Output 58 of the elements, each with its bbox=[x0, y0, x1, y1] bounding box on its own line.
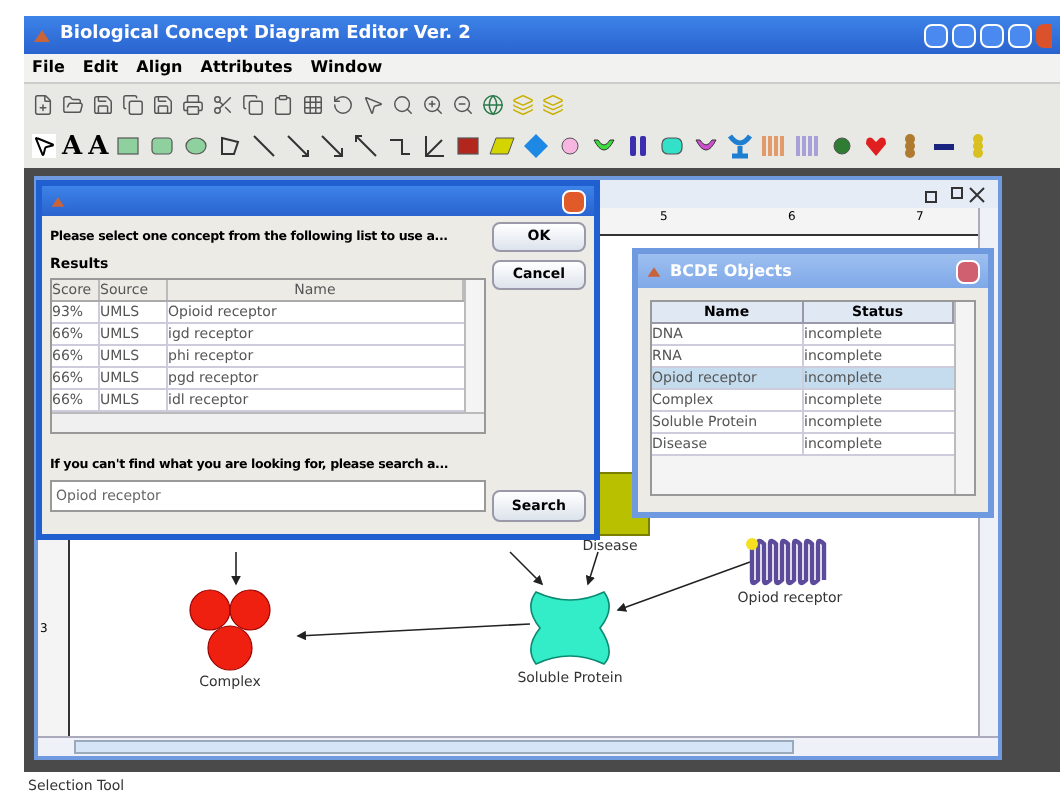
arrow bbox=[231, 551, 241, 586]
grid-icon[interactable] bbox=[302, 93, 324, 115]
close-button[interactable] bbox=[956, 259, 980, 283]
line-tool-icon[interactable] bbox=[250, 132, 279, 160]
printer-icon[interactable] bbox=[182, 93, 204, 115]
minimize-button[interactable] bbox=[924, 23, 948, 47]
menu-item[interactable]: Align bbox=[136, 56, 183, 80]
app-icon bbox=[32, 25, 52, 45]
new-file-icon[interactable] bbox=[32, 93, 54, 115]
globe-icon[interactable] bbox=[482, 93, 504, 115]
text-tool-button[interactable]: A bbox=[62, 133, 83, 159]
clipboard-icon[interactable] bbox=[272, 93, 294, 115]
arrow-tool-icon[interactable] bbox=[352, 132, 381, 160]
close-button[interactable] bbox=[562, 189, 586, 213]
protein-shape-icon[interactable] bbox=[658, 132, 687, 160]
zoom-out-icon[interactable] bbox=[452, 93, 474, 115]
save-icon[interactable] bbox=[152, 93, 174, 115]
text-tool-button[interactable]: A bbox=[88, 133, 109, 159]
selection-tool-icon[interactable] bbox=[32, 134, 56, 158]
polygon-tool-icon[interactable] bbox=[216, 132, 245, 160]
maximize-button[interactable] bbox=[952, 23, 976, 47]
protein-shape bbox=[528, 588, 612, 668]
app-icon bbox=[646, 263, 662, 279]
undo-icon[interactable] bbox=[332, 93, 354, 115]
arrow bbox=[509, 551, 544, 586]
circle-shape-icon[interactable] bbox=[556, 132, 585, 160]
scroll-thumb[interactable] bbox=[74, 740, 794, 754]
rectangle-tool-icon[interactable] bbox=[114, 132, 143, 160]
connector-tool-icon[interactable] bbox=[420, 132, 449, 160]
ellipse-tool-icon[interactable] bbox=[182, 132, 211, 160]
menu-item[interactable]: Window bbox=[310, 56, 383, 80]
zoom-in-icon[interactable] bbox=[422, 93, 444, 115]
maximize-button[interactable] bbox=[1008, 23, 1032, 47]
close-icon bbox=[968, 185, 986, 203]
arrow-tool-icon[interactable] bbox=[318, 132, 347, 160]
save-icon[interactable] bbox=[92, 93, 114, 115]
menu-item[interactable]: File bbox=[32, 56, 65, 80]
diamond-shape-icon[interactable] bbox=[522, 132, 551, 160]
copy-icon[interactable] bbox=[122, 93, 144, 115]
arrow bbox=[585, 551, 599, 586]
copy-icon[interactable] bbox=[242, 93, 264, 115]
search-icon[interactable] bbox=[392, 93, 414, 115]
pointer-icon[interactable] bbox=[362, 93, 384, 115]
cut-icon[interactable] bbox=[212, 93, 234, 115]
dialog-title: BCDE Objects bbox=[670, 259, 794, 283]
menu-item[interactable]: Edit bbox=[82, 56, 119, 80]
rounded-rectangle-tool-icon[interactable] bbox=[148, 132, 177, 160]
parallelogram-shape-icon[interactable] bbox=[488, 132, 517, 160]
open-folder-icon[interactable] bbox=[62, 93, 84, 115]
arrow-tool-icon[interactable] bbox=[284, 132, 313, 160]
circle-shape-icon[interactable] bbox=[828, 132, 857, 160]
minimize-button[interactable] bbox=[980, 23, 1004, 47]
complex-shape bbox=[188, 588, 272, 672]
square-shape-icon[interactable] bbox=[454, 132, 483, 160]
menu-item[interactable]: Attributes bbox=[200, 56, 293, 80]
heart-shape-icon[interactable] bbox=[862, 132, 891, 160]
window-title: Biological Concept Diagram Editor Ver. 2 bbox=[60, 21, 473, 48]
antibody-shape-icon[interactable] bbox=[726, 132, 755, 160]
